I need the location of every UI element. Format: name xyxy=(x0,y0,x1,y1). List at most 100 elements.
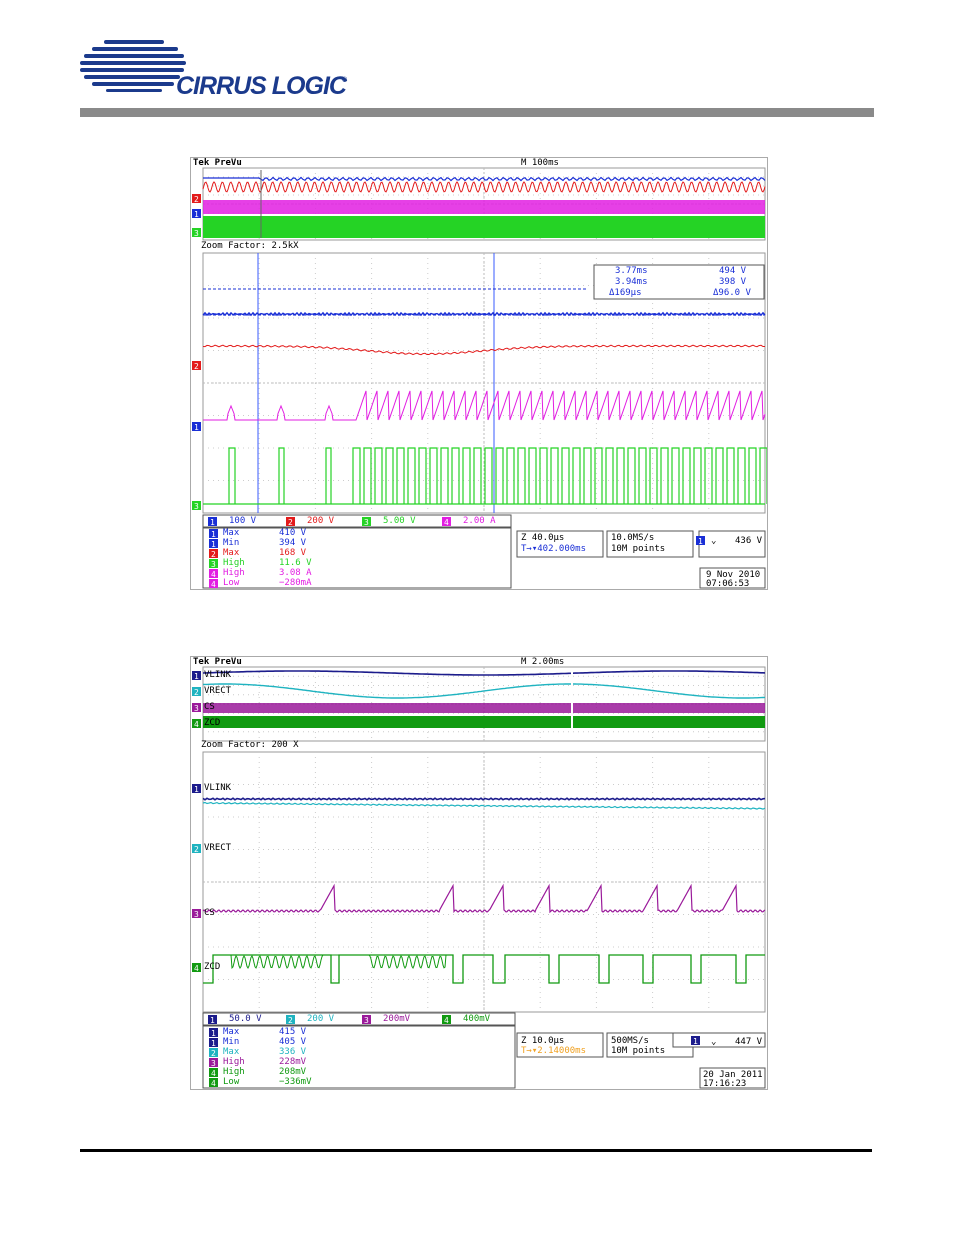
meas-3-value: 168 V xyxy=(279,548,307,558)
scope-1-title: Tek PreVu xyxy=(193,158,242,168)
ch3-scale: 200mV xyxy=(383,1014,411,1024)
meas-5-value: 3.08 A xyxy=(279,568,312,578)
ch1-zoom-marker-label: 1 xyxy=(194,785,199,794)
trigger-level: 436 V xyxy=(735,536,763,546)
horizontal-position: T→▾402.000ms xyxy=(521,544,587,554)
label-cs-zoom: CS xyxy=(204,908,215,918)
capture-time: 07:06:53 xyxy=(706,579,750,589)
trigger-level: 447 V xyxy=(735,1037,763,1047)
ch1-zoom-marker-label: 1 xyxy=(194,423,199,432)
label-zcd-overview: ZCD xyxy=(204,718,221,728)
ch4-scale: 400mV xyxy=(463,1014,491,1024)
meas-2-name: Min xyxy=(223,538,240,548)
label-cs-overview: CS xyxy=(204,702,215,712)
ch4-zoom-marker-label: 4 xyxy=(194,964,199,973)
ch3-scale-marker-label: 3 xyxy=(364,1016,369,1025)
meas-marker-3-label: 2 xyxy=(211,550,216,559)
ch1-marker-label: 1 xyxy=(194,210,199,219)
ch3-scale: 5.00 V xyxy=(383,516,416,526)
cursor-a-value: 494 V xyxy=(719,266,747,276)
meas-marker-5-label: 4 xyxy=(211,570,216,579)
label-zcd-zoom: ZCD xyxy=(204,962,221,972)
ch2-scale: 200 V xyxy=(307,1014,335,1024)
brand-name: CIRRUS LOGIC xyxy=(176,72,347,100)
ch3-zoom-marker-label: 3 xyxy=(194,910,199,919)
ch3-zoom-marker-label: 3 xyxy=(194,502,199,511)
meas-marker-6-label: 4 xyxy=(211,1079,216,1088)
header-divider xyxy=(80,108,874,117)
ch3-overview-band xyxy=(203,216,765,238)
meas-5-value: 208mV xyxy=(279,1067,307,1077)
ch3-marker-label: 3 xyxy=(194,704,199,713)
record-length: 10M points xyxy=(611,544,666,554)
meas-5-name: High xyxy=(223,568,245,578)
oscilloscope-capture-2: 1234123412341123441 Tek PreVu M 2.00ms Z… xyxy=(190,656,768,1090)
meas-3-name: Max xyxy=(223,548,240,558)
ch3-marker-label: 3 xyxy=(194,229,199,238)
ch4-overview-band xyxy=(203,200,765,214)
trigger-ch-marker-label: 1 xyxy=(693,1037,698,1046)
meas-1-value: 410 V xyxy=(279,528,307,538)
scope-2-title: Tek PreVu xyxy=(193,657,242,667)
trigger-slope-icon: ⌄ xyxy=(711,1037,717,1047)
brand-registered-mark: ® xyxy=(342,77,348,84)
meas-marker-2-label: 1 xyxy=(211,540,216,549)
ch1-scale: 100 V xyxy=(229,516,257,526)
cursor-delta-time: Δ169µs xyxy=(609,288,642,298)
meas-marker-3-label: 2 xyxy=(211,1049,216,1058)
ch2-marker-label: 2 xyxy=(194,195,199,204)
trigger-ch-marker-label: 1 xyxy=(698,537,703,546)
meas-6-value: −336mV xyxy=(279,1077,312,1087)
ch1-scale: 50.0 V xyxy=(229,1014,262,1024)
label-vlink-zoom: VLINK xyxy=(204,783,232,793)
ch2-zoom-marker-label: 2 xyxy=(194,362,199,371)
horizontal-position: T→▾2.14000ms xyxy=(521,1046,587,1056)
scope-2-zoom-factor: Zoom Factor: 200 X xyxy=(201,740,299,750)
ch4-marker-label: 4 xyxy=(194,720,199,729)
meas-6-name: Low xyxy=(223,1077,240,1087)
meas-marker-6-label: 4 xyxy=(211,580,216,589)
capture-time: 17:16:23 xyxy=(703,1079,747,1089)
ch4-scale-marker-label: 4 xyxy=(444,1016,449,1025)
scope-1-zoom-factor: Zoom Factor: 2.5kX xyxy=(201,241,299,251)
ch2-scale: 200 V xyxy=(307,516,335,526)
measurement-box xyxy=(202,527,512,589)
meas-2-name: Min xyxy=(223,1037,240,1047)
cursor-delta-value: Δ96.0 V xyxy=(713,288,751,298)
meas-1-name: Max xyxy=(223,1027,240,1037)
meas-1-value: 415 V xyxy=(279,1027,307,1037)
measurement-box xyxy=(202,1025,516,1089)
ch4-scale-marker-label: 4 xyxy=(444,518,449,527)
cursor-b-time: 3.94ms xyxy=(615,277,648,287)
oscilloscope-capture-1: 21321312341123441 Tek PreVu M 100ms Zoom… xyxy=(190,157,768,590)
meas-4-name: High xyxy=(223,558,245,568)
zcd-overview-band xyxy=(203,716,765,728)
meas-1-name: Max xyxy=(223,528,240,538)
meas-marker-4-label: 3 xyxy=(211,560,216,569)
sample-rate: 500MS/s xyxy=(611,1036,649,1046)
label-vrect-overview: VRECT xyxy=(204,686,232,696)
ch1-marker-label: 1 xyxy=(194,672,199,681)
footer-divider xyxy=(80,1149,872,1152)
cursor-b-value: 398 V xyxy=(719,277,747,287)
sample-rate: 10.0MS/s xyxy=(611,533,655,543)
scope-1-timebase: M 100ms xyxy=(521,158,559,168)
meas-2-value: 405 V xyxy=(279,1037,307,1047)
trigger-slope-icon: ⌄ xyxy=(711,536,717,546)
ch1-scale-marker-label: 1 xyxy=(210,518,215,527)
meas-2-value: 394 V xyxy=(279,538,307,548)
meas-4-value: 228mV xyxy=(279,1057,307,1067)
ch1-scale-marker-label: 1 xyxy=(210,1016,215,1025)
horizontal-zoom: Z 40.0µs xyxy=(521,533,565,543)
horizontal-zoom: Z 10.0µs xyxy=(521,1036,565,1046)
meas-3-name: Max xyxy=(223,1047,240,1057)
ch2-marker-label: 2 xyxy=(194,688,199,697)
record-length: 10M points xyxy=(611,1046,666,1056)
ch3-scale-marker-label: 3 xyxy=(364,518,369,527)
label-vrect-zoom: VRECT xyxy=(204,843,232,853)
scope-2-traces: 123412341 2 3 41123441 xyxy=(192,666,766,1089)
meas-marker-5-label: 4 xyxy=(211,1069,216,1078)
cursor-a-time: 3.77ms xyxy=(615,266,648,276)
meas-marker-2-label: 1 xyxy=(211,1039,216,1048)
meas-6-value: −280mA xyxy=(279,578,312,588)
